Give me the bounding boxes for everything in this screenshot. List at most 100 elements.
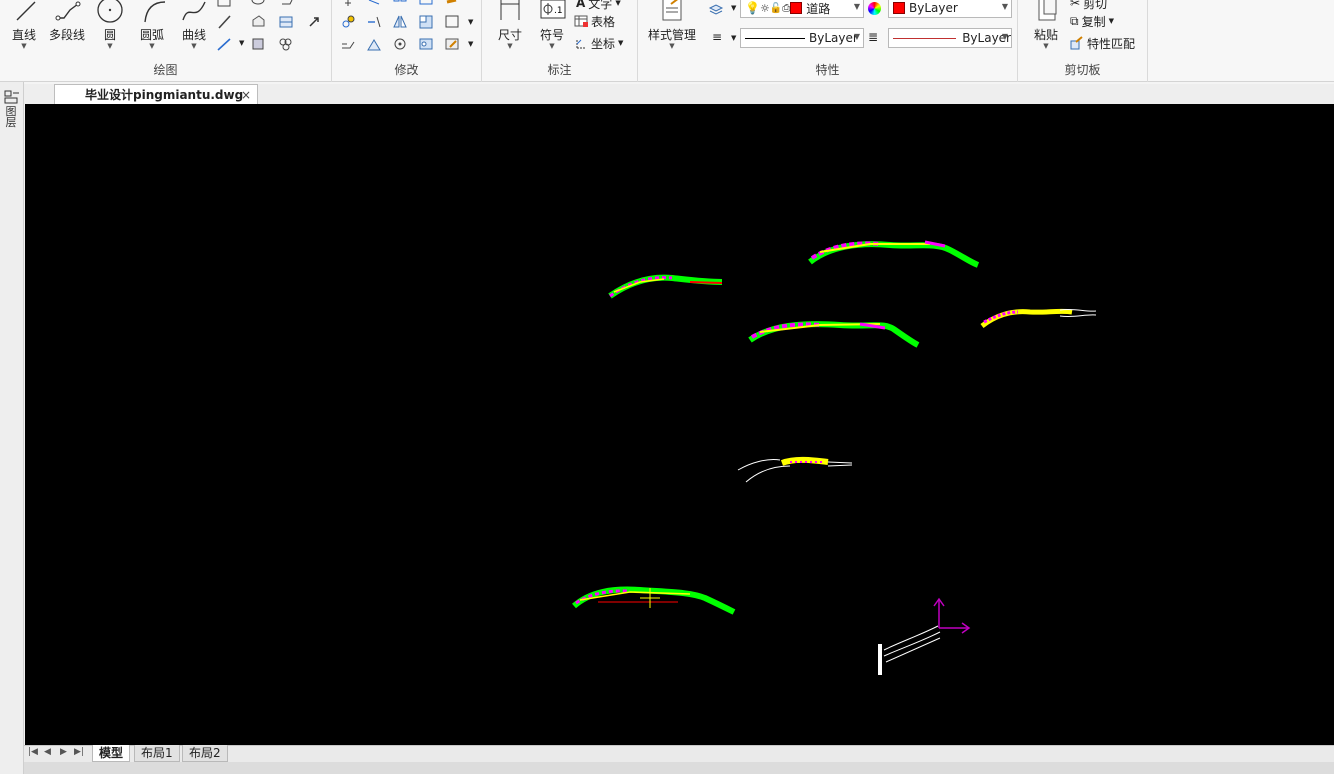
document-tab[interactable]: 毕业设计pingmiantu.dwg ×	[54, 84, 258, 105]
match-properties-button[interactable]: 特性匹配	[1070, 34, 1135, 52]
text-button[interactable]: A 文字 ▼	[576, 0, 621, 12]
scale-tool[interactable]	[366, 36, 388, 54]
road-plan-2[interactable]	[808, 240, 980, 268]
text-label: 文字	[588, 0, 613, 11]
linetype-value: ByLayer	[809, 31, 858, 45]
copy-button[interactable]: ⧉ 复制 ▼	[1070, 12, 1114, 30]
chevron-down-icon[interactable]: ▼	[88, 43, 132, 50]
linetype-icon[interactable]: ≡	[712, 30, 722, 44]
table-button[interactable]: 表格	[574, 12, 615, 30]
explode-tool[interactable]	[418, 36, 440, 54]
paste-button[interactable]: 粘贴 ▼	[1024, 0, 1068, 56]
offset-tool[interactable]	[392, 36, 414, 54]
close-icon[interactable]: ×	[241, 85, 251, 105]
text-icon: A	[576, 0, 586, 10]
circle-button[interactable]: 圆 ▼	[88, 0, 132, 56]
chamfer-tool[interactable]	[444, 14, 466, 32]
chevron-down-icon[interactable]: ▼	[2, 43, 46, 50]
extend-tool[interactable]	[418, 14, 440, 32]
first-tab-icon[interactable]: |◀	[28, 747, 38, 757]
road-plan-6[interactable]	[572, 586, 736, 615]
tab-layout2[interactable]: 布局2	[182, 745, 228, 762]
coordinate-label: 坐标	[591, 36, 616, 51]
road-plan-1[interactable]	[608, 274, 723, 299]
region-icon	[252, 15, 265, 27]
chevron-down-icon[interactable]: ▼	[1024, 43, 1068, 50]
stretch-tool[interactable]	[340, 36, 362, 54]
layer-state-tool[interactable]	[708, 0, 730, 18]
road-plan-3[interactable]	[748, 321, 920, 348]
region-tool[interactable]	[250, 14, 272, 32]
trim-tool[interactable]	[366, 14, 388, 32]
circle-icon	[97, 0, 123, 23]
edit-properties-tool[interactable]	[444, 36, 466, 54]
road-plan-4[interactable]	[980, 308, 1097, 329]
road-plan-7[interactable]	[878, 625, 941, 675]
chevron-down-icon[interactable]: ▼	[468, 18, 473, 26]
chevron-down-icon[interactable]: ▼	[172, 43, 216, 50]
point-tool[interactable]	[306, 14, 328, 32]
chevron-down-icon[interactable]: ▼	[488, 43, 532, 50]
color-combo[interactable]: ByLayer ▼	[888, 0, 1012, 18]
cut-button[interactable]: ✂ 剪切	[1070, 0, 1107, 12]
drawing-canvas[interactable]	[25, 104, 1334, 745]
lineweight-combo[interactable]: ByLayer ▼	[888, 28, 1012, 48]
chevron-down-icon[interactable]: ▼	[239, 39, 244, 47]
chevron-down-icon[interactable]: ▼	[130, 43, 174, 50]
chamfer-icon	[445, 15, 459, 28]
ucs-icon	[933, 597, 971, 634]
color-swatch	[893, 2, 905, 14]
coordinate-button[interactable]: 坐标 ▼	[574, 34, 623, 52]
chevron-down-icon[interactable]: ▼	[468, 40, 473, 48]
chevron-down-icon[interactable]: ▼	[731, 4, 736, 12]
next-tab-icon[interactable]: ▶	[60, 747, 67, 757]
arc-label: 圆弧	[139, 28, 164, 42]
match-properties-label: 特性匹配	[1087, 36, 1136, 51]
sun-icon: ☼	[759, 1, 770, 15]
tab-layout1[interactable]: 布局1	[134, 745, 180, 762]
circle-label: 圆	[103, 28, 116, 42]
clipboard-group-title: 剪切板	[1064, 63, 1101, 77]
polyline-button[interactable]: 多段线	[44, 0, 90, 56]
draw-group-title: 绘图	[153, 63, 178, 77]
curve-button[interactable]: 曲线 ▼	[172, 0, 216, 56]
annotate-group: 尺寸 ▼ .1 符号 ▼ A 文字 ▼ 表格 坐标 ▼ 标注	[482, 0, 638, 82]
extend-icon	[419, 15, 433, 29]
drawing-svg	[572, 240, 1097, 675]
lineweight-icon[interactable]: ≣	[868, 30, 878, 44]
symbol-label: 符号	[539, 28, 564, 42]
chevron-down-icon[interactable]: ▼	[731, 34, 736, 42]
paste-icon	[1038, 0, 1057, 21]
offset-icon	[394, 38, 406, 50]
arc-button[interactable]: 圆弧 ▼	[130, 0, 174, 56]
cut-label: 剪切	[1083, 0, 1108, 11]
cloud-tool[interactable]	[278, 36, 300, 54]
line-button[interactable]: 直线 ▼	[2, 0, 46, 56]
style-manager-icon	[662, 0, 682, 21]
table-draw-tool[interactable]	[278, 14, 300, 32]
properties-group-title: 特性	[815, 63, 840, 77]
copy-object-tool[interactable]	[340, 14, 362, 32]
chevron-down-icon[interactable]: ▼	[644, 43, 700, 50]
polyline-label: 多段线	[48, 28, 85, 42]
layer-combo[interactable]: 💡 ☼ 🔓 ⎙ 道路 ▼	[740, 0, 864, 18]
lineweight-sample	[893, 37, 957, 39]
chevron-down-icon: ▼	[1001, 2, 1008, 11]
boundary-tool[interactable]	[250, 36, 272, 54]
symbol-button[interactable]: .1 符号 ▼	[530, 0, 574, 56]
dimension-button[interactable]: 尺寸 ▼	[488, 0, 532, 56]
color-wheel-icon[interactable]	[868, 2, 881, 15]
tab-model[interactable]: 模型	[92, 745, 131, 762]
symbol-icon: .1	[540, 0, 566, 19]
layer-panel-icon[interactable]	[4, 90, 20, 104]
layer-palette-strip[interactable]: 图层	[0, 82, 24, 774]
construction-line-tool[interactable]	[216, 14, 238, 32]
mirror-tool[interactable]	[392, 14, 414, 32]
last-tab-icon[interactable]: ▶|	[74, 747, 84, 757]
road-plan-5[interactable]	[737, 456, 853, 483]
style-manager-button[interactable]: 样式管理 ▼	[644, 0, 700, 56]
ray-tool[interactable]	[216, 36, 238, 54]
chevron-down-icon[interactable]: ▼	[530, 43, 574, 50]
linetype-combo[interactable]: ByLayer ▼	[740, 28, 864, 48]
prev-tab-icon[interactable]: ◀	[44, 747, 51, 757]
